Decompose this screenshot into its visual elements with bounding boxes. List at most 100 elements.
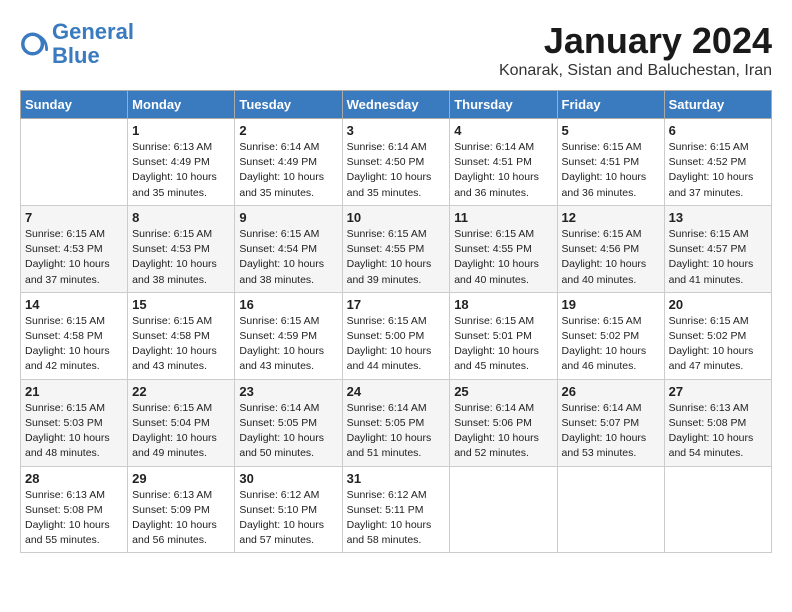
day-info: Sunrise: 6:15 AM Sunset: 4:59 PM Dayligh… <box>239 314 337 375</box>
calendar-cell: 11 Sunrise: 6:15 AM Sunset: 4:55 PM Dayli… <box>450 205 557 292</box>
day-info: Sunrise: 6:15 AM Sunset: 4:53 PM Dayligh… <box>132 227 230 288</box>
calendar-cell <box>450 466 557 553</box>
calendar-cell: 13Sunrise: 6:15 AM Sunset: 4:57 PM Dayli… <box>664 205 771 292</box>
calendar-cell: 2 Sunrise: 6:14 AM Sunset: 4:49 PM Daylig… <box>235 119 342 206</box>
calendar-cell: 14 Sunrise: 6:15 AM Sunset: 4:58 PM Dayli… <box>21 292 128 379</box>
day-number: 3 <box>347 123 446 138</box>
day-info: Sunrise: 6:14 AM Sunset: 4:51 PM Dayligh… <box>454 140 552 201</box>
day-info: Sunrise: 6:12 AM Sunset: 5:11 PM Dayligh… <box>347 488 446 549</box>
header-monday: Monday <box>128 91 235 119</box>
day-number: 18 <box>454 297 552 312</box>
calendar-cell: 4 Sunrise: 6:14 AM Sunset: 4:51 PM Daylig… <box>450 119 557 206</box>
calendar-cell: 19 Sunrise: 6:15 AM Sunset: 5:02 PM Dayli… <box>557 292 664 379</box>
day-info: Sunrise: 6:14 AM Sunset: 4:50 PM Dayligh… <box>347 140 446 201</box>
day-number: 17 <box>347 297 446 312</box>
calendar-cell: 18 Sunrise: 6:15 AM Sunset: 5:01 PM Dayli… <box>450 292 557 379</box>
day-info: Sunrise: 6:15 AM Sunset: 5:01 PM Dayligh… <box>454 314 552 375</box>
day-number: 9 <box>239 210 337 225</box>
day-info: Sunrise: 6:15 AM Sunset: 5:00 PM Dayligh… <box>347 314 446 375</box>
header-friday: Friday <box>557 91 664 119</box>
day-info: Sunrise: 6:15 AM Sunset: 5:02 PM Dayligh… <box>669 314 767 375</box>
calendar-cell: 16 Sunrise: 6:15 AM Sunset: 4:59 PM Dayli… <box>235 292 342 379</box>
calendar-cell: 7 Sunrise: 6:15 AM Sunset: 4:53 PM Daylig… <box>21 205 128 292</box>
calendar-cell: 29 Sunrise: 6:13 AM Sunset: 5:09 PM Dayli… <box>128 466 235 553</box>
day-info: Sunrise: 6:15 AM Sunset: 4:58 PM Dayligh… <box>25 314 123 375</box>
day-number: 28 <box>25 471 123 486</box>
logo-text: General Blue <box>52 20 134 68</box>
day-number: 25 <box>454 384 552 399</box>
day-info: Sunrise: 6:14 AM Sunset: 4:49 PM Dayligh… <box>239 140 337 201</box>
day-number: 26 <box>562 384 660 399</box>
day-info: Sunrise: 6:15 AM Sunset: 5:02 PM Dayligh… <box>562 314 660 375</box>
calendar-cell <box>557 466 664 553</box>
calendar-header-row: SundayMondayTuesdayWednesdayThursdayFrid… <box>21 91 772 119</box>
calendar-cell: 12Sunrise: 6:15 AM Sunset: 4:56 PM Dayli… <box>557 205 664 292</box>
calendar-cell <box>21 119 128 206</box>
calendar-cell: 31 Sunrise: 6:12 AM Sunset: 5:11 PM Dayli… <box>342 466 450 553</box>
header-sunday: Sunday <box>21 91 128 119</box>
logo-line2: Blue <box>52 43 100 68</box>
day-number: 23 <box>239 384 337 399</box>
day-info: Sunrise: 6:13 AM Sunset: 5:09 PM Dayligh… <box>132 488 230 549</box>
day-info: Sunrise: 6:15 AM Sunset: 5:04 PM Dayligh… <box>132 401 230 462</box>
header-thursday: Thursday <box>450 91 557 119</box>
calendar-week-2: 7 Sunrise: 6:15 AM Sunset: 4:53 PM Daylig… <box>21 205 772 292</box>
calendar-cell <box>664 466 771 553</box>
day-info: Sunrise: 6:15 AM Sunset: 4:55 PM Dayligh… <box>347 227 446 288</box>
day-info: Sunrise: 6:15 AM Sunset: 4:53 PM Dayligh… <box>25 227 123 288</box>
calendar-cell: 6 Sunrise: 6:15 AM Sunset: 4:52 PM Daylig… <box>664 119 771 206</box>
day-number: 6 <box>669 123 767 138</box>
day-info: Sunrise: 6:14 AM Sunset: 5:06 PM Dayligh… <box>454 401 552 462</box>
calendar-week-1: 1 Sunrise: 6:13 AM Sunset: 4:49 PM Daylig… <box>21 119 772 206</box>
calendar-cell: 20Sunrise: 6:15 AM Sunset: 5:02 PM Dayli… <box>664 292 771 379</box>
calendar-week-5: 28 Sunrise: 6:13 AM Sunset: 5:08 PM Dayli… <box>21 466 772 553</box>
day-number: 11 <box>454 210 552 225</box>
day-info: Sunrise: 6:13 AM Sunset: 5:08 PM Dayligh… <box>25 488 123 549</box>
day-info: Sunrise: 6:15 AM Sunset: 4:54 PM Dayligh… <box>239 227 337 288</box>
day-number: 14 <box>25 297 123 312</box>
day-number: 29 <box>132 471 230 486</box>
day-number: 7 <box>25 210 123 225</box>
day-number: 12 <box>562 210 660 225</box>
day-number: 19 <box>562 297 660 312</box>
header-saturday: Saturday <box>664 91 771 119</box>
day-number: 4 <box>454 123 552 138</box>
day-info: Sunrise: 6:15 AM Sunset: 4:51 PM Dayligh… <box>562 140 660 201</box>
calendar-cell: 30Sunrise: 6:12 AM Sunset: 5:10 PM Dayli… <box>235 466 342 553</box>
logo-line1: General <box>52 19 134 44</box>
day-info: Sunrise: 6:14 AM Sunset: 5:05 PM Dayligh… <box>239 401 337 462</box>
day-info: Sunrise: 6:15 AM Sunset: 4:58 PM Dayligh… <box>132 314 230 375</box>
title-area: January 2024 Konarak, Sistan and Baluche… <box>499 20 772 80</box>
day-number: 27 <box>669 384 767 399</box>
calendar-cell: 10Sunrise: 6:15 AM Sunset: 4:55 PM Dayli… <box>342 205 450 292</box>
page-header: General Blue January 2024 Konarak, Sista… <box>20 20 772 80</box>
day-info: Sunrise: 6:13 AM Sunset: 4:49 PM Dayligh… <box>132 140 230 201</box>
day-number: 16 <box>239 297 337 312</box>
logo: General Blue <box>20 20 134 68</box>
day-info: Sunrise: 6:15 AM Sunset: 4:55 PM Dayligh… <box>454 227 552 288</box>
day-info: Sunrise: 6:14 AM Sunset: 5:07 PM Dayligh… <box>562 401 660 462</box>
calendar-table: SundayMondayTuesdayWednesdayThursdayFrid… <box>20 90 772 553</box>
day-number: 1 <box>132 123 230 138</box>
calendar-cell: 9 Sunrise: 6:15 AM Sunset: 4:54 PM Daylig… <box>235 205 342 292</box>
calendar-cell: 21Sunrise: 6:15 AM Sunset: 5:03 PM Dayli… <box>21 379 128 466</box>
calendar-title: January 2024 <box>499 20 772 62</box>
calendar-cell: 8Sunrise: 6:15 AM Sunset: 4:53 PM Daylig… <box>128 205 235 292</box>
day-number: 31 <box>347 471 446 486</box>
calendar-cell: 25 Sunrise: 6:14 AM Sunset: 5:06 PM Dayli… <box>450 379 557 466</box>
calendar-week-3: 14 Sunrise: 6:15 AM Sunset: 4:58 PM Dayli… <box>21 292 772 379</box>
day-number: 13 <box>669 210 767 225</box>
logo-icon <box>20 30 48 58</box>
day-info: Sunrise: 6:12 AM Sunset: 5:10 PM Dayligh… <box>239 488 337 549</box>
day-info: Sunrise: 6:15 AM Sunset: 4:52 PM Dayligh… <box>669 140 767 201</box>
day-number: 22 <box>132 384 230 399</box>
header-tuesday: Tuesday <box>235 91 342 119</box>
calendar-subtitle: Konarak, Sistan and Baluchestan, Iran <box>499 62 772 80</box>
calendar-cell: 15Sunrise: 6:15 AM Sunset: 4:58 PM Dayli… <box>128 292 235 379</box>
calendar-cell: 28 Sunrise: 6:13 AM Sunset: 5:08 PM Dayli… <box>21 466 128 553</box>
day-number: 21 <box>25 384 123 399</box>
day-number: 2 <box>239 123 337 138</box>
calendar-cell: 26 Sunrise: 6:14 AM Sunset: 5:07 PM Dayli… <box>557 379 664 466</box>
calendar-cell: 23 Sunrise: 6:14 AM Sunset: 5:05 PM Dayli… <box>235 379 342 466</box>
day-info: Sunrise: 6:13 AM Sunset: 5:08 PM Dayligh… <box>669 401 767 462</box>
